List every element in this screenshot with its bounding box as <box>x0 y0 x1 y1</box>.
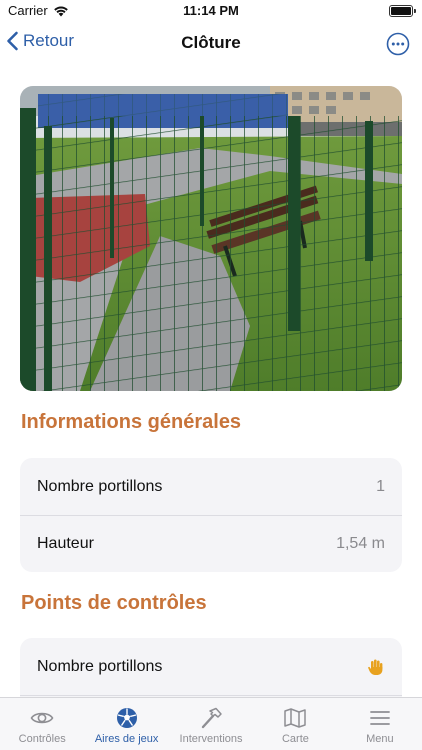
info-row-gates: Nombre portillons 1 <box>20 458 402 515</box>
more-options-icon[interactable] <box>386 32 410 56</box>
clock: 11:14 PM <box>183 3 239 18</box>
tab-carte[interactable]: Carte <box>253 698 337 750</box>
info-value: 1 <box>376 477 385 495</box>
general-info-card: Nombre portillons 1 Hauteur 1,54 m <box>20 458 402 572</box>
hammer-icon <box>201 707 222 729</box>
info-row-height: Hauteur 1,54 m <box>20 515 402 572</box>
control-row-gates[interactable]: Nombre portillons <box>20 638 402 695</box>
info-label: Nombre portillons <box>37 477 163 495</box>
tab-controles[interactable]: Contrôles <box>0 698 84 750</box>
section-title-general: Informations générales <box>21 411 242 433</box>
tab-interventions[interactable]: Interventions <box>169 698 253 750</box>
hand-icon <box>368 659 383 675</box>
fence-photo-image <box>20 86 402 391</box>
section-title-controls: Points de contrôles <box>21 592 207 614</box>
menu-icon <box>369 711 390 725</box>
ball-icon <box>116 708 137 728</box>
tab-label: Contrôles <box>18 733 66 745</box>
tab-label: Interventions <box>179 733 243 745</box>
page-title: Clôture <box>181 33 241 52</box>
status-bar: Carrier 11:14 PM <box>0 0 422 22</box>
info-value: 1,54 m <box>336 535 385 552</box>
navigation-bar: Retour Clôture <box>0 24 422 64</box>
tab-label: Carte <box>281 733 309 745</box>
info-label: Hauteur <box>37 535 94 552</box>
control-label: Nombre portillons <box>37 657 163 675</box>
eye-icon <box>30 712 54 724</box>
tab-label: Aires de jeux <box>94 733 159 745</box>
tab-menu[interactable]: Menu <box>338 698 422 750</box>
fence-photo[interactable] <box>20 86 402 391</box>
tab-bar: Contrôles Aires de jeux Interventions Ca… <box>0 697 422 750</box>
map-icon <box>284 708 307 728</box>
battery-icon <box>389 5 416 17</box>
tab-label: Menu <box>366 733 394 745</box>
tab-aires-de-jeux[interactable]: Aires de jeux <box>84 698 168 750</box>
